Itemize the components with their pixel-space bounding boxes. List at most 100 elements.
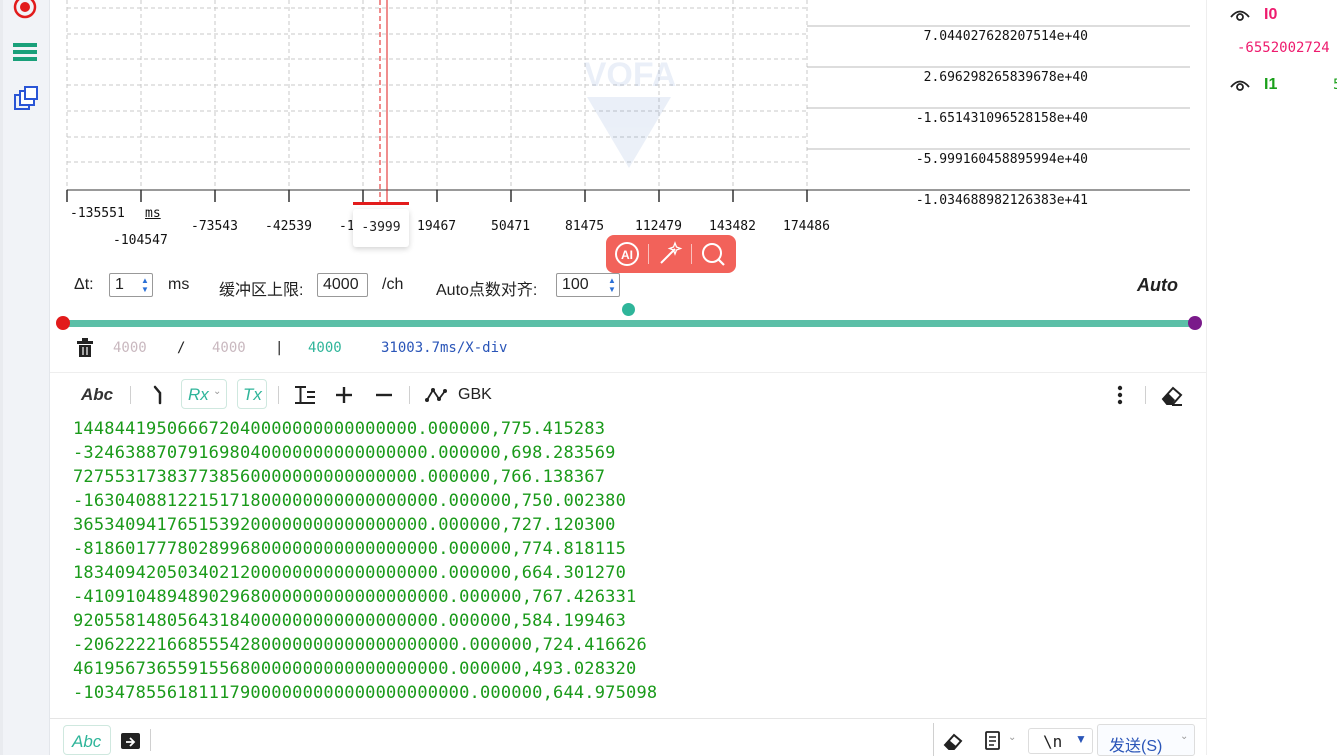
- x-tick: -104547: [113, 233, 168, 248]
- receive-log[interactable]: 144844195066672040000000000000000.000000…: [50, 415, 1206, 715]
- auto-label: Auto点数对齐:: [436, 282, 538, 299]
- auto-value: 100: [562, 276, 589, 293]
- x-tick: -42539: [265, 219, 312, 234]
- x-tick: -135551: [70, 206, 125, 221]
- eye-icon[interactable]: [1229, 76, 1251, 94]
- trash-icon[interactable]: [75, 338, 95, 358]
- history-icon[interactable]: [983, 730, 1003, 752]
- controls-row: Δt: 1 ▲ ▼ ms 缓冲区上限: 4000 /ch Auto点数对齐: 10…: [0, 270, 1206, 300]
- range-slider-track[interactable]: [62, 320, 1196, 327]
- stat-sep: /: [177, 340, 186, 356]
- timestamp-icon[interactable]: [150, 384, 170, 406]
- send-abc-label: Abc: [72, 732, 102, 751]
- x-tick: 81475: [565, 219, 605, 234]
- dt-spinbox[interactable]: 1 ▲ ▼: [109, 273, 153, 297]
- log-line: -206222216685554280000000000000000000.00…: [73, 635, 647, 655]
- x-tick: 19467: [417, 219, 457, 234]
- left-sidebar: [0, 0, 50, 755]
- x-tick: -73543: [191, 219, 238, 234]
- grid: [66, 0, 808, 190]
- log-line: -1630408812215171800000000000000000.0000…: [73, 491, 627, 511]
- send-file-icon[interactable]: [120, 731, 142, 751]
- divider: [50, 372, 1206, 373]
- send-abc-toggle[interactable]: Abc: [63, 725, 111, 755]
- dt-value: 1: [115, 276, 124, 293]
- chevron-down-icon: ⌄: [1180, 731, 1189, 742]
- buffer-input[interactable]: 4000: [317, 273, 368, 297]
- stat-sep: |: [275, 340, 284, 356]
- dt-label: Δt:: [74, 276, 94, 293]
- cursor[interactable]: [353, 0, 409, 205]
- stat-count-b: 4000: [212, 340, 246, 356]
- send-bar: Abc ⌄ \n ▼ 发送(S) ⌄: [50, 718, 1206, 756]
- x-unit: ms: [145, 206, 161, 221]
- list-icon[interactable]: [13, 41, 37, 63]
- log-line: 461956736559155680000000000000000000.000…: [73, 659, 637, 679]
- auto-button[interactable]: Auto: [1137, 275, 1178, 296]
- log-line: 92055814805643184000000000000000000.0000…: [73, 611, 627, 631]
- spin-arrows-icon[interactable]: ▲ ▼: [140, 276, 150, 294]
- abc-toggle[interactable]: Abc: [81, 385, 113, 405]
- send-button[interactable]: 发送(S) ⌄: [1097, 724, 1195, 756]
- x-tick: 50471: [491, 219, 531, 234]
- log-line: 144844195066672040000000000000000.000000…: [73, 419, 606, 439]
- windows-icon[interactable]: [13, 86, 39, 112]
- channel-value: -6552002724: [1237, 40, 1330, 56]
- rx-label: Rx: [188, 385, 209, 404]
- minus-icon[interactable]: [375, 386, 393, 404]
- channel-panel: I0 -6552002724 I1 5: [1206, 0, 1337, 755]
- y-tick: 2.696298265839678e+40: [923, 70, 1088, 85]
- rx-button[interactable]: Rx ⌄: [181, 379, 227, 409]
- log-line: 3653409417651539200000000000000000.00000…: [73, 515, 616, 535]
- channel-value: 5: [1333, 77, 1337, 93]
- spin-arrows-icon[interactable]: ▲ ▼: [607, 276, 617, 294]
- newline-select[interactable]: \n ▼: [1028, 728, 1093, 754]
- slider-right-handle[interactable]: [1188, 316, 1202, 330]
- waveform-icon[interactable]: [425, 386, 447, 404]
- y-tick: 7.044027628207514e+40: [923, 29, 1088, 44]
- channel-name: I0: [1264, 6, 1278, 23]
- y-tick: -1.034688982126383e+41: [915, 193, 1088, 208]
- log-line: -41091048948902968000000000000000000.000…: [73, 587, 637, 607]
- ai-toolbar: AI: [606, 235, 736, 273]
- auto-spinbox[interactable]: 100 ▲ ▼: [556, 273, 620, 297]
- magic-wand-icon[interactable]: [657, 241, 683, 267]
- chevron-down-icon[interactable]: ⌄: [1008, 732, 1016, 743]
- cursor-tooltip: -3999: [353, 209, 409, 247]
- eraser-icon[interactable]: [1160, 384, 1184, 406]
- y-tick: -1.651431096528158e+40: [915, 111, 1088, 126]
- chevron-down-icon: ⌄: [213, 386, 222, 397]
- search-icon[interactable]: [700, 241, 726, 267]
- send-label: 发送(S): [1109, 738, 1163, 755]
- record-icon[interactable]: [12, 0, 38, 22]
- dropdown-arrow-icon: ▼: [1075, 732, 1087, 746]
- eye-icon[interactable]: [1229, 6, 1251, 24]
- svg-text:AI: AI: [621, 248, 633, 262]
- watermark: VOFA: [584, 56, 677, 168]
- encoding-select[interactable]: GBK: [458, 386, 492, 404]
- buffer-label: 缓冲区上限:: [219, 282, 304, 299]
- plus-icon[interactable]: [335, 386, 353, 404]
- x-div-readout: 31003.7ms/X-div: [381, 340, 508, 356]
- clear-send-icon[interactable]: [942, 731, 964, 751]
- x-tick: 174486: [783, 219, 830, 234]
- text-format-icon[interactable]: [294, 385, 316, 405]
- log-line: 727553173837738560000000000000000.000000…: [73, 467, 606, 487]
- sidebar-edge: [0, 0, 3, 755]
- log-line: -8186017778028996800000000000000000.0000…: [73, 539, 627, 559]
- x-tick: 143482: [709, 219, 756, 234]
- newline-value: \n: [1043, 732, 1063, 751]
- slider-left-handle[interactable]: [56, 316, 70, 330]
- stat-count-c: 4000: [308, 340, 342, 356]
- svg-text:VOFA: VOFA: [584, 56, 677, 94]
- channel-name: I1: [1264, 76, 1278, 93]
- y-tick: -5.999160458895994e+40: [915, 152, 1088, 167]
- x-tick: 112479: [635, 219, 682, 234]
- slider-mid-handle[interactable]: [622, 303, 635, 316]
- tx-button[interactable]: Tx: [237, 379, 267, 409]
- more-vertical-icon[interactable]: [1110, 384, 1130, 406]
- ai-icon[interactable]: AI: [614, 241, 640, 267]
- log-line: -1034785561811179000000000000000000000.0…: [73, 683, 658, 703]
- buffer-unit: /ch: [382, 276, 404, 293]
- log-line: 18340942050340212000000000000000000.0000…: [73, 563, 627, 583]
